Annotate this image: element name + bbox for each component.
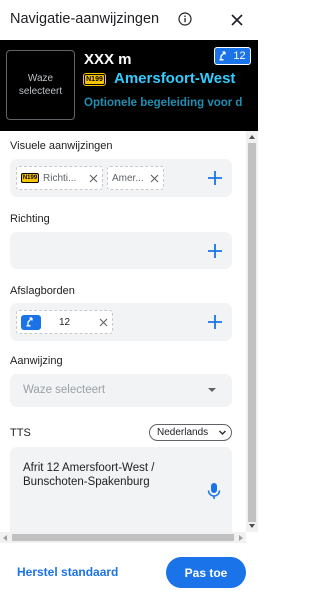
exit-badge: 12 bbox=[214, 47, 251, 65]
add-icon[interactable] bbox=[208, 315, 222, 329]
scroll-right-arrow-icon[interactable] bbox=[239, 535, 243, 541]
remove-icon[interactable] bbox=[89, 174, 98, 183]
road-shield-small: N199 bbox=[21, 173, 39, 183]
instruction-label: Aanwijzing bbox=[10, 355, 63, 367]
scroll-down-arrow-icon[interactable] bbox=[249, 524, 255, 528]
scroll-thumb[interactable] bbox=[248, 143, 256, 522]
road-shield: N199 bbox=[83, 73, 106, 86]
close-icon[interactable] bbox=[229, 12, 245, 28]
chip-label: 12 bbox=[59, 316, 71, 328]
form-content: Visuele aanwijzingen N199 Richti... Amer… bbox=[0, 131, 258, 543]
remove-icon[interactable] bbox=[150, 174, 159, 183]
sign-chip[interactable]: 12 bbox=[16, 310, 113, 334]
chip-label: Richti... bbox=[43, 172, 77, 184]
direction-box bbox=[10, 232, 232, 269]
preview-subtitle: Optionele begeleiding voor d bbox=[84, 97, 243, 109]
info-icon[interactable] bbox=[178, 12, 192, 26]
tts-label: TTS bbox=[10, 427, 31, 439]
reset-button[interactable]: Herstel standaard bbox=[17, 565, 118, 579]
dialog-footer: Herstel standaard Pas toe bbox=[0, 543, 258, 599]
signs-label: Afslagborden bbox=[10, 285, 75, 297]
visual-box: N199 Richti... Amer... bbox=[10, 159, 232, 197]
signs-box: 12 bbox=[10, 303, 232, 341]
scroll-up-arrow-icon[interactable] bbox=[249, 135, 255, 139]
preview-distance: XXX m bbox=[84, 51, 132, 68]
add-icon[interactable] bbox=[208, 171, 222, 185]
vertical-scrollbar[interactable] bbox=[246, 131, 258, 532]
remove-icon[interactable] bbox=[99, 318, 108, 327]
visual-chip-name[interactable]: Amer... bbox=[107, 166, 164, 190]
preview-road-name: Amersfoort-West bbox=[114, 70, 236, 87]
preview-image-placeholder: Waze selecteert bbox=[6, 50, 75, 120]
dropdown-arrow-icon bbox=[208, 388, 216, 392]
dialog-header: Navigatie-aanwijzingen bbox=[0, 0, 258, 40]
exit-sign-icon bbox=[21, 314, 41, 330]
language-select[interactable]: Nederlands bbox=[149, 424, 232, 441]
scroll-left-arrow-icon[interactable] bbox=[3, 535, 7, 541]
instruction-preview: Waze selecteert XXX m 12 N199 Amersfoort… bbox=[0, 40, 258, 131]
language-value: Nederlands bbox=[157, 427, 209, 438]
direction-label: Richting bbox=[10, 213, 50, 225]
chevron-down-icon bbox=[218, 428, 227, 437]
instruction-select[interactable]: Waze selecteert bbox=[10, 374, 232, 407]
visual-label: Visuele aanwijzingen bbox=[10, 140, 113, 152]
instruction-placeholder: Waze selecteert bbox=[23, 384, 106, 396]
exit-icon bbox=[219, 51, 227, 61]
visual-chip-direction[interactable]: N199 Richti... bbox=[16, 166, 103, 190]
add-icon[interactable] bbox=[208, 243, 222, 258]
dialog-title: Navigatie-aanwijzingen bbox=[10, 11, 160, 27]
apply-button[interactable]: Pas toe bbox=[166, 557, 246, 588]
microphone-icon[interactable] bbox=[207, 482, 221, 500]
exit-number: 12 bbox=[233, 50, 246, 62]
tts-text[interactable]: Afrit 12 Amersfoort-West / Bunschoten-Sp… bbox=[23, 461, 198, 489]
tts-box[interactable]: Afrit 12 Amersfoort-West / Bunschoten-Sp… bbox=[10, 447, 232, 543]
horizontal-scrollbar[interactable] bbox=[0, 532, 246, 543]
chip-label: Amer... bbox=[112, 172, 144, 184]
scroll-thumb-horizontal[interactable] bbox=[12, 534, 234, 541]
